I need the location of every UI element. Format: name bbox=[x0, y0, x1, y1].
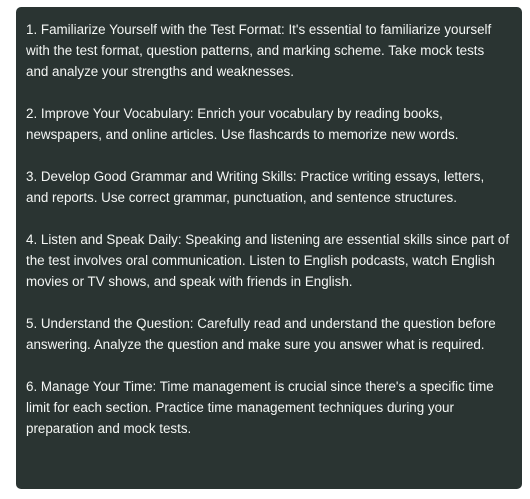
tip-paragraph-3: 3. Develop Good Grammar and Writing Skil… bbox=[26, 169, 485, 205]
tip-paragraph-2: 2. Improve Your Vocabulary: Enrich your … bbox=[26, 106, 459, 142]
chat-message-bubble: 1. Familiarize Yourself with the Test Fo… bbox=[16, 7, 522, 489]
tip-paragraph-5: 5. Understand the Question: Carefully re… bbox=[26, 316, 496, 352]
tip-paragraph-6: 6. Manage Your Time: Time management is … bbox=[26, 379, 494, 436]
tip-paragraph-1: 1. Familiarize Yourself with the Test Fo… bbox=[26, 22, 492, 79]
tip-paragraph-4: 4. Listen and Speak Daily: Speaking and … bbox=[26, 232, 510, 289]
